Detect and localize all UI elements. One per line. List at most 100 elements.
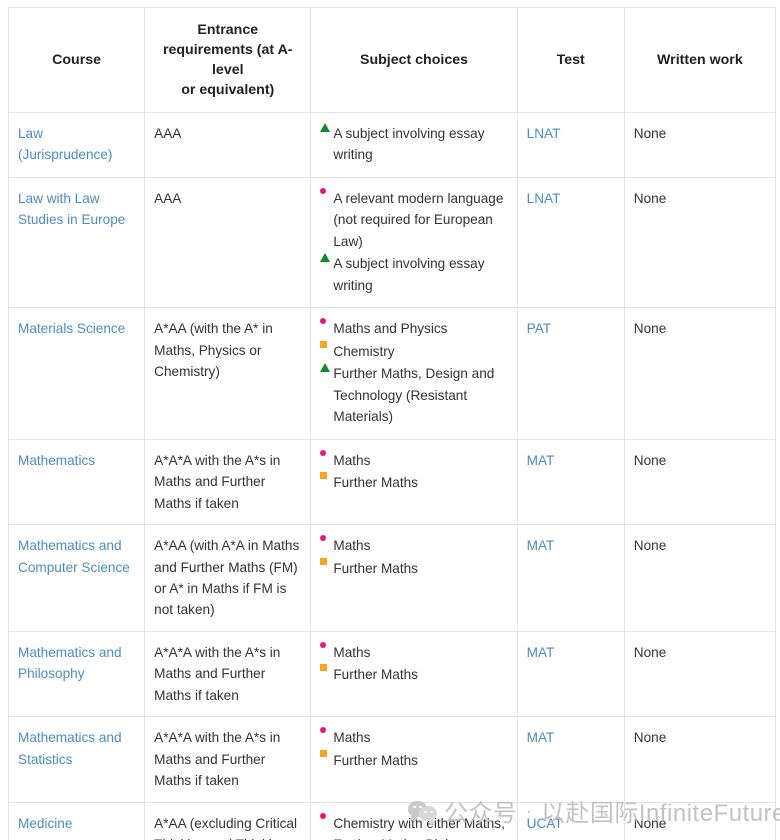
- bullet-square-icon: [320, 557, 328, 565]
- cell-subject-choices: A relevant modern language (not required…: [310, 176, 518, 309]
- column-header-subject-label: Subject choices: [359, 51, 469, 68]
- test-link[interactable]: LNAT: [527, 126, 561, 141]
- course-link[interactable]: Law (Jurisprudence): [18, 126, 112, 162]
- column-header-entrance-line2: requirements (at A-: [162, 41, 293, 58]
- subject-choice-text: Maths and Physics: [333, 321, 448, 337]
- bullet-triangle-icon: [320, 253, 331, 263]
- column-header-written-label: Written work: [657, 51, 743, 68]
- bullet-circle-icon: [320, 641, 327, 648]
- table-row: Mathematics and Philosophy A*A*A with the…: [7, 630, 777, 718]
- cell-subject-choices: Maths Further Maths: [310, 630, 518, 718]
- test-link[interactable]: LNAT: [527, 191, 561, 206]
- subject-choice-text: Maths: [333, 452, 371, 468]
- test-link[interactable]: MAT: [527, 730, 555, 745]
- cell-subject-choices: Maths Further Maths: [310, 438, 518, 526]
- table-row: Law (Jurisprudence) AAA A subject involvin…: [7, 112, 777, 178]
- bullet-circle-icon: [320, 449, 327, 456]
- course-link[interactable]: Mathematics: [18, 453, 95, 468]
- subject-choice-item: A relevant modern language (not required…: [320, 187, 508, 252]
- subject-choice-text: Further Maths: [333, 560, 418, 576]
- cell-written-work: None: [623, 112, 777, 178]
- column-header-subject-choices: Subject choices: [310, 7, 518, 113]
- cell-written-work: None: [623, 307, 777, 440]
- cell-entrance-requirements: AAA: [144, 176, 312, 309]
- subject-choice-text: Maths: [333, 538, 371, 554]
- course-requirements-table: Course Entrance requirements (at A- leve…: [7, 7, 777, 840]
- cell-test: LNAT: [516, 112, 625, 178]
- test-link[interactable]: UCAT: [527, 816, 563, 831]
- cell-test: UCAT: [516, 801, 625, 840]
- subject-choice-list: Maths Further Maths: [320, 641, 508, 686]
- bullet-square-icon: [320, 340, 328, 348]
- subject-choice-text: A subject involving essay writing: [333, 256, 485, 293]
- course-link[interactable]: Mathematics and Computer Science: [18, 538, 130, 574]
- test-link[interactable]: MAT: [527, 453, 555, 468]
- cell-test: MAT: [516, 716, 625, 803]
- bullet-circle-icon: [320, 318, 327, 325]
- column-header-entrance-line1: Entrance: [197, 21, 259, 38]
- test-link[interactable]: MAT: [527, 645, 555, 660]
- cell-entrance-requirements: A*AA (excluding Critical Thinking and Th…: [144, 801, 312, 840]
- cell-entrance-requirements: A*A*A with the A*s in Maths and Further …: [144, 438, 312, 526]
- table-row: Materials Science A*AA (with the A* in Ma…: [7, 307, 777, 440]
- subject-choice-item: Chemistry with either Maths, Further Mat…: [320, 812, 508, 840]
- subject-choice-item: Maths: [320, 641, 508, 663]
- course-link[interactable]: Mathematics and Statistics: [18, 730, 122, 766]
- subject-choice-text: Further Maths: [333, 667, 418, 683]
- subject-choice-text: Further Maths, Design and Technology (Re…: [333, 366, 495, 425]
- subject-choice-item: Maths and Physics: [320, 318, 508, 339]
- subject-choice-text: Maths: [333, 644, 371, 660]
- subject-choice-item: Maths: [320, 535, 508, 556]
- test-link[interactable]: PAT: [527, 321, 551, 336]
- table-row: Medicine A*AA (excluding Critical Thinkin…: [7, 801, 777, 840]
- test-link[interactable]: MAT: [527, 538, 555, 553]
- subject-choice-text: Chemistry with either Maths, Further Mat…: [333, 815, 505, 840]
- column-header-test: Test: [516, 7, 625, 113]
- course-link[interactable]: Mathematics and Philosophy: [18, 645, 122, 681]
- subject-choice-list: Maths and Physics Chemistry Further Maths,…: [320, 318, 508, 427]
- bullet-square-icon: [320, 664, 328, 672]
- subject-choice-text: Chemistry: [333, 343, 395, 359]
- subject-choice-list: A relevant modern language (not required…: [320, 187, 508, 296]
- bullet-square-icon: [320, 472, 328, 480]
- bullet-triangle-icon: [320, 363, 331, 373]
- subject-choice-text: A subject involving essay writing: [333, 126, 485, 163]
- cell-subject-choices: Maths Further Maths: [310, 524, 518, 632]
- subject-choice-item: Further Maths: [320, 749, 508, 771]
- cell-written-work: None: [623, 438, 777, 526]
- cell-test: MAT: [516, 524, 625, 632]
- page-root: Course Entrance requirements (at A- leve…: [0, 0, 780, 840]
- course-link[interactable]: Materials Science: [18, 321, 125, 336]
- table-row: Mathematics A*A*A with the A*s in Maths a…: [7, 438, 777, 526]
- subject-choice-list: Maths Further Maths: [320, 535, 508, 579]
- course-link[interactable]: Law with Law Studies in Europe: [18, 191, 125, 227]
- cell-course: Law with Law Studies in Europe: [7, 176, 146, 309]
- column-header-test-label: Test: [556, 51, 585, 68]
- column-header-written-work: Written work: [623, 7, 777, 113]
- cell-course: Medicine: [7, 801, 146, 840]
- subject-choice-item: A subject involving essay writing: [320, 123, 508, 166]
- course-link[interactable]: Medicine: [18, 816, 72, 831]
- subject-choice-item: Further Maths: [320, 557, 508, 579]
- bullet-triangle-icon: [320, 123, 331, 132]
- subject-choice-item: Further Maths: [320, 472, 508, 493]
- table-body: Law (Jurisprudence) AAA A subject involvin…: [7, 112, 777, 840]
- subject-choice-item: Chemistry: [320, 340, 508, 362]
- cell-entrance-requirements: A*AA (with the A* in Maths, Physics or C…: [144, 307, 312, 440]
- subject-choice-item: Maths: [320, 727, 508, 748]
- subject-choice-list: A subject involving essay writing: [320, 123, 508, 166]
- table-row: Mathematics and Computer Science A*AA (wi…: [7, 524, 777, 632]
- cell-subject-choices: Maths and Physics Chemistry Further Maths,…: [310, 307, 518, 440]
- cell-subject-choices: Chemistry with either Maths, Further Mat…: [310, 801, 518, 840]
- cell-written-work: None: [623, 716, 777, 803]
- bullet-square-icon: [320, 749, 328, 757]
- cell-subject-choices: A subject involving essay writing: [310, 112, 518, 178]
- table-header-row: Course Entrance requirements (at A- leve…: [7, 7, 777, 113]
- table-row: Mathematics and Statistics A*A*A with the…: [7, 716, 777, 803]
- cell-entrance-requirements: AAA: [144, 112, 312, 178]
- subject-choice-text: Further Maths: [333, 475, 418, 491]
- bullet-circle-icon: [320, 187, 327, 194]
- cell-entrance-requirements: A*A*A with the A*s in Maths and Further …: [144, 716, 312, 803]
- bullet-circle-icon: [320, 535, 327, 542]
- cell-course: Mathematics and Philosophy: [7, 630, 146, 718]
